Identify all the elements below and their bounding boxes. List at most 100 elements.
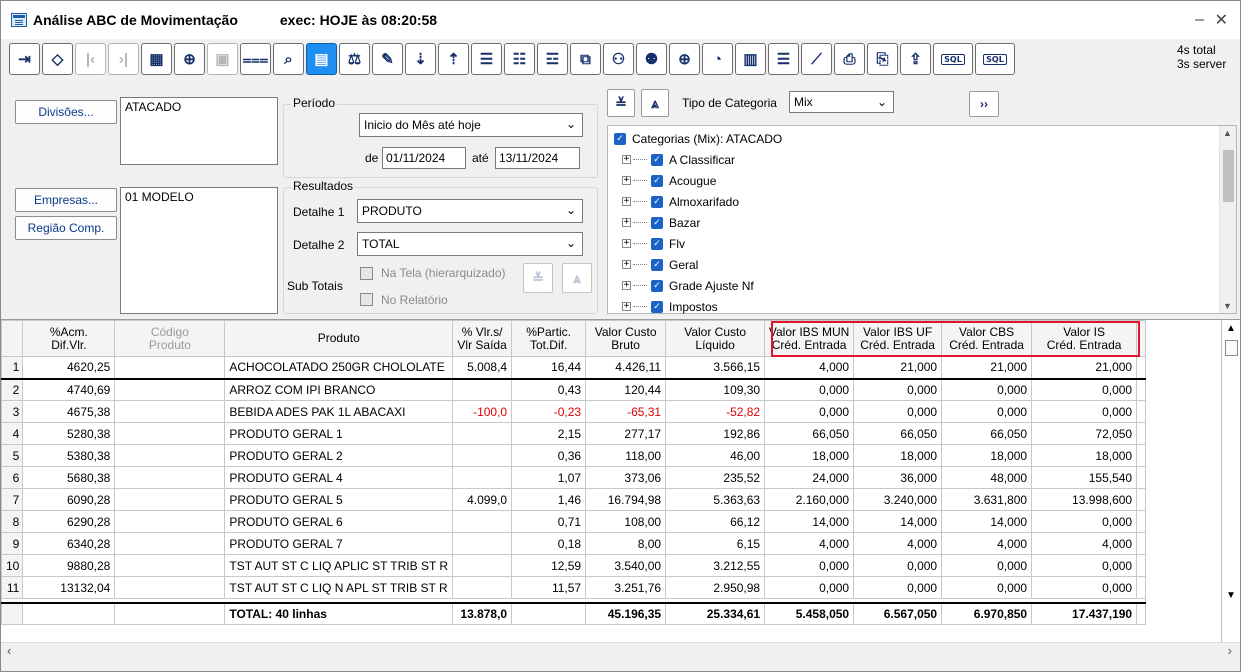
cell-liq[interactable]: 235,52 <box>665 466 766 489</box>
column-header[interactable]: %Acm. Dif.Vlr. <box>22 320 116 357</box>
cell-liq[interactable]: 66,12 <box>665 510 766 533</box>
tree-item[interactable]: + ✓ Flv <box>622 233 685 254</box>
scroll-thumb[interactable] <box>1223 150 1234 202</box>
tree-item[interactable]: + ✓ A Classificar <box>622 149 735 170</box>
tipo-categoria-select[interactable]: Mix ⌄ <box>789 91 894 113</box>
cell-mun[interactable]: 24,000 <box>764 466 855 489</box>
cell-pvs[interactable]: 5.008,4 <box>452 356 513 380</box>
scroll-down-icon[interactable]: ▼ <box>1223 301 1232 311</box>
divisoes-button[interactable]: Divisões... <box>15 100 117 124</box>
minimize-button[interactable]: – <box>1195 11 1204 29</box>
cell-liq[interactable]: 192,86 <box>665 422 766 445</box>
cell-cod[interactable] <box>114 444 226 467</box>
tree-item[interactable]: + ✓ Acougue <box>622 170 716 191</box>
cell-pvs[interactable]: -100,0 <box>452 400 513 423</box>
list-1-button[interactable]: ☰ <box>471 43 502 75</box>
cell-cbs[interactable]: 0,000 <box>941 554 1033 577</box>
tree-item[interactable]: + ✓ Almoxarifado <box>622 191 739 212</box>
checkbox-icon[interactable]: ✓ <box>651 258 663 271</box>
cell-liq[interactable]: 109,30 <box>665 378 766 401</box>
cell-liq[interactable]: 3.566,15 <box>665 356 766 380</box>
cell-mun[interactable]: 14,000 <box>764 510 855 533</box>
cell-mun[interactable]: 2.160,000 <box>764 488 855 511</box>
cell-uf[interactable]: 4,000 <box>853 532 943 555</box>
cell-mun[interactable]: 0,000 <box>764 554 855 577</box>
category-tree[interactable]: ▲ ▼ ✓ Categorias (Mix): ATACADO + ✓ A Classi… <box>607 125 1237 314</box>
list-2-button[interactable]: ☷ <box>504 43 535 75</box>
checkbox-icon[interactable]: ✓ <box>651 279 663 292</box>
table-row[interactable]: 7 6090,28 PRODUTO GERAL 5 4.099,0 1,46 16.794… <box>0 488 1147 511</box>
no-relatorio-checkbox[interactable] <box>360 293 373 306</box>
cell-is[interactable]: 0,000 <box>1031 378 1138 401</box>
table-row[interactable]: 9 6340,28 PRODUTO GERAL 7 0,18 8,00 6,15 4,000… <box>0 532 1147 555</box>
cell-is[interactable]: 0,000 <box>1031 576 1138 599</box>
cell-part[interactable]: 0,36 <box>511 444 587 467</box>
scroll-left-icon[interactable]: ‹ <box>7 643 11 658</box>
cell-part[interactable]: 0,18 <box>511 532 587 555</box>
cell-acm[interactable]: 9880,28 <box>22 554 116 577</box>
cell-acm[interactable]: 5380,38 <box>22 444 116 467</box>
person-1-button[interactable]: ⚇ <box>603 43 634 75</box>
grid-scrollbar[interactable]: ▲ ▼ <box>1221 320 1240 643</box>
save-button[interactable]: ▣ <box>207 43 238 75</box>
table-row[interactable]: 5 5380,38 PRODUTO GERAL 2 0,36 118,00 46,00 18… <box>0 444 1147 467</box>
cell-pvs[interactable] <box>452 554 513 577</box>
cell-bruto[interactable]: 3.251,76 <box>585 576 667 599</box>
empresas-button[interactable]: Empresas... <box>15 188 117 212</box>
cell-mun[interactable]: 18,000 <box>764 444 855 467</box>
last-button[interactable]: ›| <box>108 43 139 75</box>
hbar-chart-button[interactable]: ☰ <box>768 43 799 75</box>
cell-cbs[interactable]: 21,000 <box>941 356 1033 380</box>
regiao-comp-button[interactable]: Região Comp. <box>15 216 117 240</box>
chevrons-up-button[interactable]: ⩓ <box>562 263 592 293</box>
person-2-button[interactable]: ⚉ <box>636 43 667 75</box>
cell-acm[interactable]: 5280,38 <box>22 422 116 445</box>
cell-liq[interactable]: 5.363,63 <box>665 488 766 511</box>
cell-cbs[interactable]: 0,000 <box>941 576 1033 599</box>
tree-scrollbar[interactable]: ▲ ▼ <box>1219 126 1236 313</box>
tree-item[interactable]: + ✓ Impostos <box>622 296 718 317</box>
checkbox-icon[interactable]: ✓ <box>651 216 663 229</box>
tree-item[interactable]: + ✓ Bazar <box>622 212 700 233</box>
cell-uf[interactable]: 3.240,000 <box>853 488 943 511</box>
column-header[interactable]: Valor CBS Créd. Entrada <box>941 320 1033 357</box>
cell-is[interactable]: 18,000 <box>1031 444 1138 467</box>
cell-acm[interactable]: 4675,38 <box>22 400 116 423</box>
table-row[interactable]: 2 4740,69 ARROZ COM IPI BRANCO 0,43 120,44 10… <box>0 378 1147 401</box>
date-to-input[interactable]: 13/11/2024 <box>495 147 580 169</box>
table-row[interactable]: 11 13132,04 TST AUT ST C LIQ N APL ST TRIB… <box>0 576 1147 599</box>
cell-is[interactable]: 72,050 <box>1031 422 1138 445</box>
table-row[interactable]: 1 4620,25 ACHOCOLATADO 250GR CHOLOLATE 5.00… <box>0 356 1147 380</box>
cell-prod[interactable]: PRODUTO GERAL 1 <box>224 422 454 445</box>
cell-uf[interactable]: 18,000 <box>853 444 943 467</box>
edit-button[interactable]: ✎ <box>372 43 403 75</box>
cell-pvs[interactable] <box>452 444 513 467</box>
cell-prod[interactable]: TST AUT ST C LIQ APLIC ST TRIB ST R <box>224 554 454 577</box>
search-button[interactable]: ⌕ <box>273 43 304 75</box>
cell-pvs[interactable]: 4.099,0 <box>452 488 513 511</box>
cell-mun[interactable]: 0,000 <box>764 576 855 599</box>
column-header[interactable]: % Vlr.s/Vlr Saída <box>452 320 513 357</box>
checkbox-icon[interactable]: ✓ <box>651 153 663 166</box>
cell-part[interactable]: 11,57 <box>511 576 587 599</box>
column-header[interactable]: Código Produto <box>114 320 226 357</box>
list-3-button[interactable]: ☲ <box>537 43 568 75</box>
balance-button[interactable]: ⚖ <box>339 43 370 75</box>
scroll-right-icon[interactable]: › <box>1228 643 1232 658</box>
expand-icon[interactable]: + <box>622 176 631 185</box>
calculator-button[interactable]: ▤ <box>306 43 337 75</box>
expand-icon[interactable]: + <box>622 260 631 269</box>
cell-cod[interactable] <box>114 576 226 599</box>
column-header[interactable]: Valor IS Créd. Entrada <box>1031 320 1138 357</box>
cell-bruto[interactable]: 8,00 <box>585 532 667 555</box>
cell-liq[interactable]: 2.950,98 <box>665 576 766 599</box>
cell-acm[interactable]: 13132,04 <box>22 576 116 599</box>
cell-pvs[interactable] <box>452 466 513 489</box>
cell-is[interactable]: 155,540 <box>1031 466 1138 489</box>
cell-prod[interactable]: ACHOCOLATADO 250GR CHOLOLATE <box>224 356 454 380</box>
cell-uf[interactable]: 0,000 <box>853 576 943 599</box>
detalhe1-select[interactable]: PRODUTO ⌄ <box>357 199 583 223</box>
grid-button[interactable]: ▦ <box>141 43 172 75</box>
cell-pvs[interactable] <box>452 378 513 401</box>
cell-cbs[interactable]: 18,000 <box>941 444 1033 467</box>
